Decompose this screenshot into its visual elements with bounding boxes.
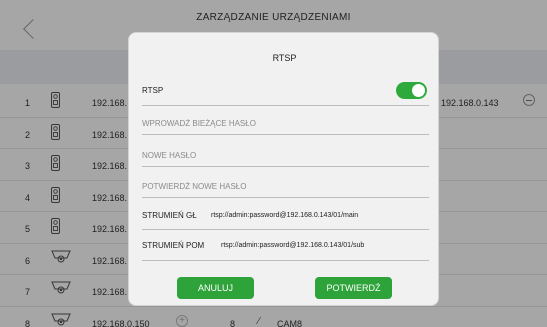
- cancel-button[interactable]: ANULUJ: [177, 277, 254, 299]
- divider: [142, 166, 429, 167]
- current-password-field[interactable]: [142, 114, 429, 132]
- rtsp-label: RTSP: [142, 86, 164, 95]
- dialog-title: RTSP: [272, 53, 297, 63]
- confirm-button[interactable]: POTWIERDŹ: [315, 277, 392, 299]
- new-password-field[interactable]: [142, 146, 429, 164]
- rtsp-dialog: RTSP RTSP STRUMIEŃ GŁ rtsp://admin:passw…: [128, 32, 439, 306]
- main-stream-url: rtsp://admin:password@192.168.0.143/01/m…: [211, 212, 359, 219]
- confirm-password-field[interactable]: [142, 177, 429, 195]
- divider: [142, 134, 429, 135]
- divider: [142, 260, 429, 261]
- sub-stream-url: rtsp://admin:password@192.168.0.143/01/s…: [221, 242, 365, 249]
- divider: [142, 105, 429, 106]
- rtsp-toggle[interactable]: [396, 82, 427, 99]
- main-stream-label: STRUMIEŃ GŁ: [142, 211, 197, 220]
- divider: [142, 197, 429, 198]
- sub-stream-label: STRUMIEŃ POM: [142, 241, 205, 250]
- divider: [142, 229, 429, 230]
